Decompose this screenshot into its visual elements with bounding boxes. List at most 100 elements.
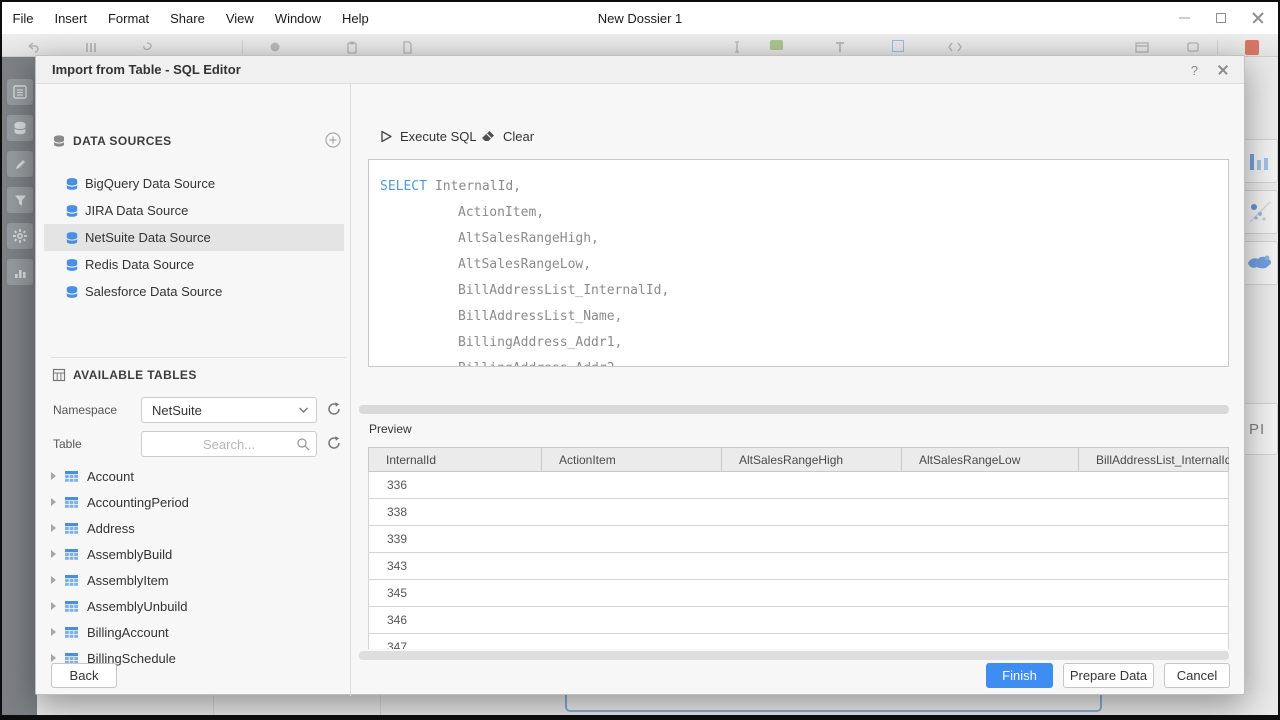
table-grid-icon (64, 600, 79, 613)
execute-sql-label: Execute SQL (400, 129, 477, 144)
cell-internalid: 336 (387, 478, 407, 492)
table-item-account[interactable]: Account (51, 463, 341, 489)
menu-file[interactable]: File (2, 11, 44, 26)
table-row: 345 (368, 580, 1229, 607)
dialog-close-icon[interactable] (1218, 65, 1228, 75)
execute-sql-button[interactable]: Execute SQL (379, 129, 477, 144)
preview-label: Preview (369, 422, 412, 436)
namespace-label: Namespace (53, 403, 117, 417)
menu-view[interactable]: View (215, 11, 264, 26)
menu-insert[interactable]: Insert (44, 11, 98, 26)
namespace-value: NetSuite (152, 403, 202, 418)
table-item-assemblybuild[interactable]: AssemblyBuild (51, 541, 341, 567)
expand-caret-icon[interactable] (51, 550, 56, 558)
window-frame (0, 715, 1280, 720)
back-button[interactable]: Back (51, 663, 117, 688)
sql-keyword: SELECT (380, 179, 427, 194)
preview-table-hscrollbar[interactable] (359, 651, 1229, 660)
cell-internalid: 343 (387, 559, 407, 573)
column-header: BillAddressList_InternalId (1079, 448, 1228, 471)
data-sources-icon (52, 134, 66, 148)
data-source-item-netsuite[interactable]: NetSuite Data Source (44, 224, 344, 251)
data-sources-header: DATA SOURCES (73, 134, 172, 148)
expand-caret-icon[interactable] (51, 576, 56, 584)
window-maximize-icon[interactable] (1216, 13, 1226, 23)
table-item-accountingperiod[interactable]: AccountingPeriod (51, 489, 341, 515)
window-close-icon[interactable] (1252, 12, 1264, 24)
preview-table-header: InternalId ActionItem AltSalesRangeHigh … (368, 447, 1229, 472)
table-row: 343 (368, 553, 1229, 580)
cell-internalid: 347 (387, 640, 407, 649)
add-data-source-icon[interactable] (324, 131, 342, 149)
cell-internalid: 339 (387, 532, 407, 546)
finish-button[interactable]: Finish (986, 663, 1053, 688)
table-item-address[interactable]: Address (51, 515, 341, 541)
table-item-billingaccount[interactable]: BillingAccount (51, 619, 341, 645)
preview-table: InternalId ActionItem AltSalesRangeHigh … (368, 447, 1229, 649)
table-label: AccountingPeriod (87, 495, 189, 510)
dialog-right-panel: Execute SQL Clear SELECTInternalId, Acti… (352, 84, 1245, 696)
table-item-assemblyitem[interactable]: AssemblyItem (51, 567, 341, 593)
dialog-help-button[interactable]: ? (1191, 63, 1198, 78)
table-label: AssemblyBuild (87, 547, 172, 562)
table-grid-icon (64, 626, 79, 639)
menu-help[interactable]: Help (332, 11, 380, 26)
sql-field: BillAddressList_InternalId, (380, 278, 1228, 304)
cancel-button[interactable]: Cancel (1164, 663, 1230, 688)
sql-field: ActionItem, (380, 200, 1228, 226)
available-tables-icon (52, 368, 66, 382)
refresh-namespaces-icon[interactable] (325, 400, 343, 418)
expand-caret-icon[interactable] (51, 628, 56, 636)
menu-share[interactable]: Share (160, 11, 216, 26)
refresh-tables-icon[interactable] (325, 434, 343, 452)
database-icon (65, 231, 79, 245)
clear-sql-label: Clear (503, 129, 534, 144)
table-row: 347 (368, 634, 1229, 649)
namespace-select[interactable]: NetSuite (141, 397, 317, 423)
expand-caret-icon[interactable] (51, 654, 56, 662)
window-minimize-icon[interactable] (1179, 17, 1190, 19)
menu-format[interactable]: Format (97, 11, 159, 26)
table-row: 339 (368, 526, 1229, 553)
table-grid-icon (64, 548, 79, 561)
expand-caret-icon[interactable] (51, 498, 56, 506)
sql-editor[interactable]: SELECTInternalId, ActionItem, AltSalesRa… (368, 159, 1229, 367)
sql-field: BillingAddress_Addr2, (380, 356, 1228, 367)
expand-caret-icon[interactable] (51, 472, 56, 480)
table-row: 336 (368, 472, 1229, 499)
table-label: Table (53, 437, 82, 451)
menu-window[interactable]: Window (264, 11, 331, 26)
expand-caret-icon[interactable] (51, 524, 56, 532)
column-header: InternalId (369, 448, 542, 471)
dialog-title: Import from Table - SQL Editor (52, 62, 241, 77)
prepare-data-button[interactable]: Prepare Data (1063, 663, 1154, 688)
table-row: 338 (368, 499, 1229, 526)
play-icon (379, 129, 393, 144)
table-grid-icon (64, 496, 79, 509)
data-source-item-jira[interactable]: JIRA Data Source (44, 197, 344, 224)
data-source-item-redis[interactable]: Redis Data Source (44, 251, 344, 278)
sql-field: BillAddressList_Name, (380, 304, 1228, 330)
data-source-label: JIRA Data Source (85, 203, 188, 218)
import-sql-editor-dialog: Import from Table - SQL Editor ? DATA SO… (35, 55, 1245, 695)
sql-field: AltSalesRangeLow, (380, 252, 1228, 278)
database-icon (65, 258, 79, 272)
data-source-label: Salesforce Data Source (85, 284, 222, 299)
column-header: AltSalesRangeHigh (722, 448, 902, 471)
table-label: Account (87, 469, 134, 484)
expand-caret-icon[interactable] (51, 602, 56, 610)
table-search-input[interactable] (141, 431, 317, 457)
clear-sql-button[interactable]: Clear (480, 129, 534, 144)
data-source-label: Redis Data Source (85, 257, 194, 272)
data-source-item-salesforce[interactable]: Salesforce Data Source (44, 278, 344, 305)
eraser-icon (480, 129, 496, 144)
data-source-item-bigquery[interactable]: BigQuery Data Source (44, 170, 344, 197)
table-item-assemblyunbuild[interactable]: AssemblyUnbuild (51, 593, 341, 619)
data-source-label: BigQuery Data Source (85, 176, 215, 191)
cell-internalid: 338 (387, 505, 407, 519)
data-source-label: NetSuite Data Source (85, 230, 211, 245)
sql-editor-hscrollbar[interactable] (359, 405, 1229, 414)
table-label: Address (87, 521, 135, 536)
dialog-left-panel: DATA SOURCES BigQuery Data Source JIRA D… (36, 84, 351, 696)
table-row: 346 (368, 607, 1229, 634)
